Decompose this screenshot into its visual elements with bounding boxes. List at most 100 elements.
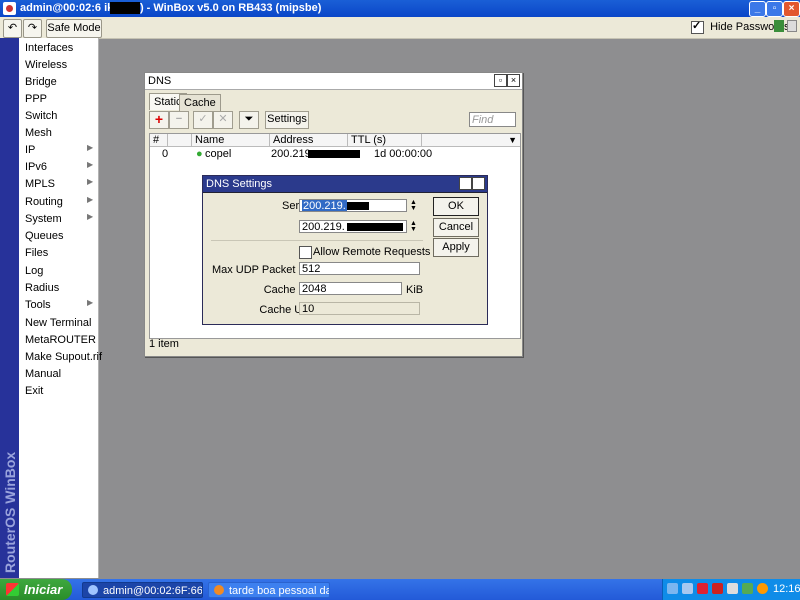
column-header-index[interactable]: # — [150, 134, 168, 147]
sidebar-item-files[interactable]: Files — [25, 245, 48, 261]
sidebar-item-ip[interactable]: IP — [25, 142, 35, 158]
start-label: Iniciar — [24, 582, 63, 597]
dns-settings-close-button[interactable]: × — [472, 177, 485, 190]
server1-updown-icon[interactable]: ▲ ▼ — [409, 199, 418, 212]
sidebar-item-ppp[interactable]: PPP — [25, 91, 47, 107]
submenu-arrow-icon: ▶ — [87, 195, 94, 204]
filter-button[interactable]: ⏷ — [239, 111, 259, 129]
winbox-app-icon — [3, 2, 16, 15]
x-icon: ✕ — [218, 113, 228, 125]
redo-icon: ↷ — [27, 22, 38, 34]
safe-mode-button[interactable]: Safe Mode — [46, 19, 102, 38]
tray-update-icon[interactable] — [757, 583, 768, 594]
column-header-name[interactable]: Name — [192, 134, 270, 147]
max-udp-input[interactable]: 512 — [299, 262, 420, 275]
column-header-flags[interactable] — [168, 134, 192, 147]
sidebar-item-queues[interactable]: Queues — [25, 228, 64, 244]
close-button[interactable]: × — [783, 1, 800, 17]
cancel-button[interactable]: Cancel — [433, 218, 479, 237]
tray-alert-icon[interactable] — [712, 583, 723, 594]
row-name: copel — [205, 148, 232, 160]
allow-remote-checkbox[interactable] — [299, 246, 312, 259]
tray-network-icon[interactable] — [667, 583, 678, 594]
dns-window-title: DNS — [148, 75, 172, 87]
settings-button[interactable]: Settings — [265, 111, 309, 129]
taskbar-item-winbox[interactable]: admin@00:02:6F:66:... — [82, 582, 203, 598]
winbox-task-icon — [88, 585, 98, 595]
sidebar-item-exit[interactable]: Exit — [25, 383, 43, 399]
sidebar-item-mpls[interactable]: MPLS — [25, 176, 55, 192]
submenu-arrow-icon: ▶ — [87, 177, 94, 186]
status-dot-icon: ● — [196, 148, 203, 160]
server2-input[interactable]: 200.219. — [299, 220, 407, 233]
cache-size-input[interactable]: 2048 — [299, 282, 402, 295]
redo-button[interactable]: ↷ — [23, 19, 42, 38]
sidebar-item-mesh[interactable]: Mesh — [25, 125, 52, 141]
submenu-arrow-icon: ▶ — [87, 143, 94, 152]
tab-cache[interactable]: Cache — [179, 94, 221, 111]
find-input[interactable]: Find — [469, 112, 516, 127]
disable-button[interactable]: ✕ — [213, 111, 233, 129]
hide-passwords-checkbox[interactable] — [691, 19, 704, 34]
plus-icon: + — [154, 111, 164, 127]
windows-logo-icon — [6, 583, 19, 596]
redacted-server2-bar — [346, 223, 403, 232]
taskbar-item-firefox[interactable]: tarde boa pessoal da ... — [208, 582, 330, 598]
minimize-button[interactable]: _ — [749, 1, 766, 17]
sidebar-item-bridge[interactable]: Bridge — [25, 74, 57, 90]
sidebar-item-interfaces[interactable]: Interfaces — [25, 40, 73, 56]
check-icon: ✓ — [198, 113, 208, 125]
brand-text: RouterOS WinBox — [2, 451, 18, 573]
tray-volume-icon[interactable] — [682, 583, 693, 594]
sidebar-item-make-supout[interactable]: Make Supout.rif — [25, 349, 102, 365]
dns-settings-titlebar[interactable]: DNS Settings ▫ × — [203, 176, 487, 193]
allow-remote-label: Allow Remote Requests — [313, 246, 431, 258]
sidebar-item-metarouter[interactable]: MetaROUTER — [25, 332, 96, 348]
column-header-spacer: ▼ — [422, 134, 520, 147]
enable-button[interactable]: ✓ — [193, 111, 213, 129]
submenu-arrow-icon: ▶ — [87, 298, 94, 307]
sidebar-menu: Interfaces Wireless Bridge PPP Switch Me… — [19, 38, 102, 578]
sidebar-item-new-terminal[interactable]: New Terminal — [25, 315, 91, 331]
dns-close-button[interactable]: × — [507, 74, 520, 87]
server1-input[interactable]: 200.219. — [299, 199, 407, 212]
server2-updown-icon[interactable]: ▲ ▼ — [409, 220, 418, 233]
server2-value: 200.219. — [302, 221, 345, 233]
sidebar-item-system[interactable]: System — [25, 211, 62, 227]
remove-button[interactable]: − — [169, 111, 189, 129]
undo-button[interactable]: ↶ — [3, 19, 22, 38]
clock: 12:16 — [773, 583, 800, 595]
window-titlebar[interactable]: admin@00:02:6 ikroTik) - WinBox v5.0 on … — [0, 0, 800, 17]
sidebar-item-log[interactable]: Log — [25, 263, 43, 279]
separator — [211, 240, 423, 241]
dns-maximize-button[interactable]: ▫ — [494, 74, 507, 87]
tray-security-icon[interactable] — [697, 583, 708, 594]
sidebar-item-ipv6[interactable]: IPv6 — [25, 159, 47, 175]
dns-settings-title: DNS Settings — [206, 178, 273, 190]
sidebar-item-wireless[interactable]: Wireless — [25, 57, 67, 73]
sidebar-item-tools[interactable]: Tools — [25, 297, 51, 313]
sidebar-item-switch[interactable]: Switch — [25, 108, 57, 124]
sidebar-item-routing[interactable]: Routing — [25, 194, 63, 210]
sidebar-item-radius[interactable]: Radius — [25, 280, 59, 296]
column-header-address[interactable]: Address — [270, 134, 348, 147]
dns-window-titlebar[interactable]: DNS ▫ × — [145, 73, 522, 90]
undo-icon: ↶ — [7, 22, 18, 34]
main-toolbar: ↶ ↷ Safe Mode Hide Passwords — [0, 17, 800, 39]
cache-size-unit: KiB — [406, 284, 424, 296]
system-tray: 12:16 — [662, 579, 800, 600]
column-header-ttl[interactable]: TTL (s) — [348, 134, 422, 147]
apply-button[interactable]: Apply — [433, 238, 479, 257]
redacted-mac-bar — [110, 2, 140, 14]
ok-button[interactable]: OK — [433, 197, 479, 216]
sidebar-item-manual[interactable]: Manual — [25, 366, 61, 382]
tray-shield-icon[interactable] — [742, 583, 753, 594]
add-button[interactable]: + — [149, 111, 169, 129]
filter-icon: ⏷ — [244, 113, 254, 125]
start-button[interactable]: Iniciar — [0, 579, 72, 600]
column-dropdown-icon[interactable]: ▼ — [508, 134, 517, 147]
dns-settings-maximize-button[interactable]: ▫ — [459, 177, 472, 190]
maximize-button[interactable]: ▫ — [766, 1, 783, 17]
cache-used-field: 10 — [299, 302, 420, 315]
tray-app-icon[interactable] — [727, 583, 738, 594]
